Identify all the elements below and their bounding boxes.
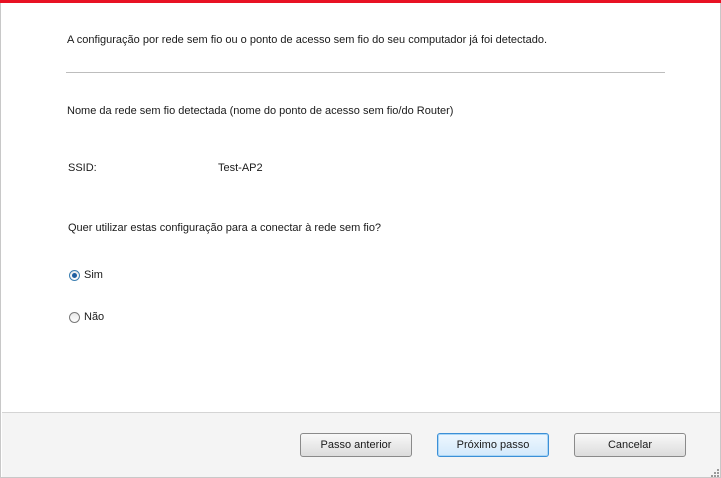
- use-settings-question: Quer utilizar estas configuração para a …: [68, 222, 382, 234]
- radio-button-selected-icon[interactable]: [69, 269, 80, 281]
- radio-dot: [72, 272, 77, 278]
- radio-label-no[interactable]: Não: [84, 311, 104, 323]
- ssid-value: Test-AP2: [218, 162, 263, 174]
- intro-text: A configuração por rede sem fio ou o pon…: [67, 34, 548, 46]
- radio-option-no[interactable]: Não: [69, 311, 104, 323]
- setup-wizard-window: A configuração por rede sem fio ou o pon…: [0, 0, 721, 478]
- network-heading: Nome da rede sem fio detectada (nome do …: [67, 105, 454, 117]
- cancel-button[interactable]: Cancelar: [574, 433, 686, 457]
- window-accent-bar: [0, 0, 721, 3]
- divider: [66, 72, 665, 73]
- radio-button-unselected-icon[interactable]: [69, 311, 80, 323]
- radio-option-yes[interactable]: Sim: [69, 269, 103, 281]
- next-step-button[interactable]: Próximo passo: [437, 433, 549, 457]
- previous-step-button[interactable]: Passo anterior: [300, 433, 412, 457]
- resize-grip-icon[interactable]: [709, 467, 719, 477]
- ssid-label: SSID:: [68, 162, 97, 174]
- radio-label-yes[interactable]: Sim: [84, 269, 103, 281]
- wizard-content: A configuração por rede sem fio ou o pon…: [1, 1, 720, 411]
